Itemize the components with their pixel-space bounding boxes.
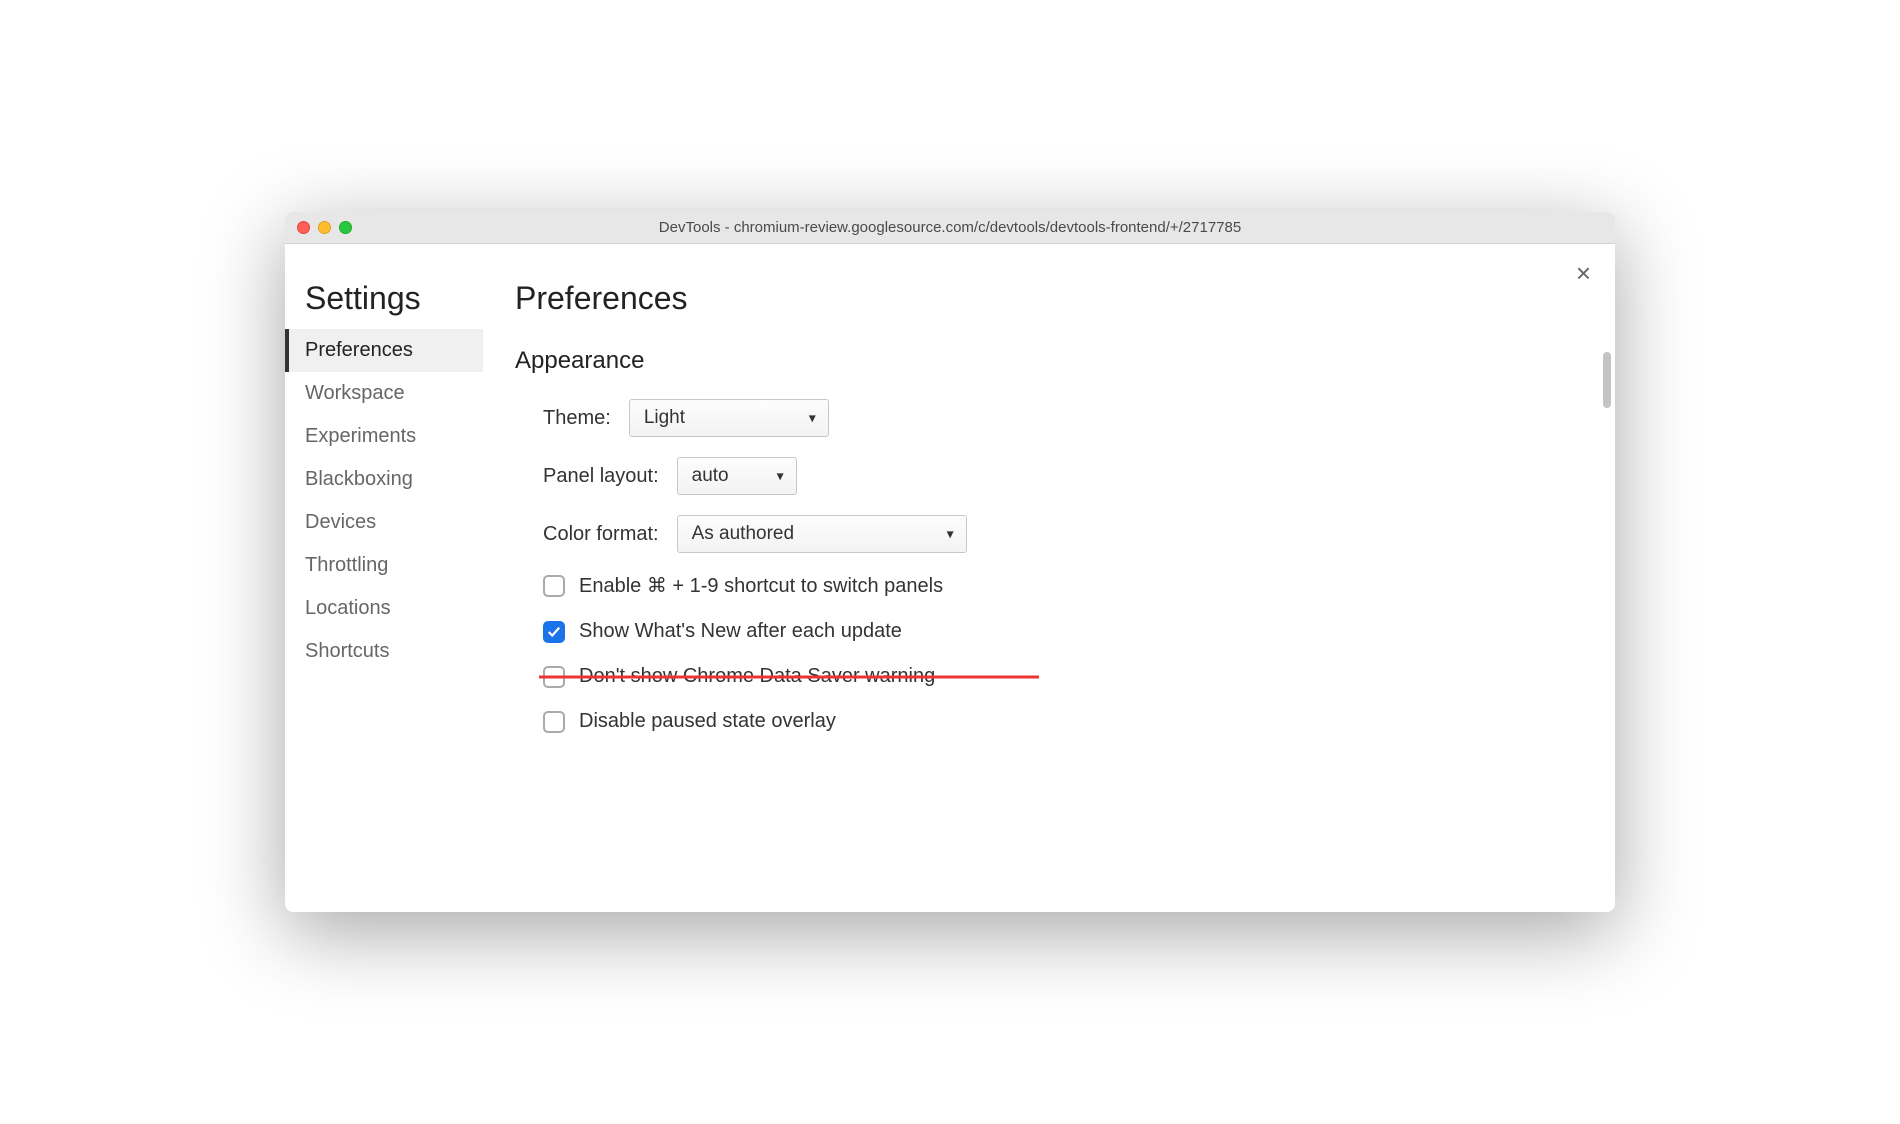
color-format-row: Color format: As authored — [515, 515, 1583, 553]
page-title: Preferences — [515, 280, 1583, 317]
color-format-select-value: As authored — [692, 523, 794, 545]
check-icon — [547, 625, 561, 639]
panel-layout-row: Panel layout: auto — [515, 457, 1583, 495]
checkbox-whatsnew[interactable] — [543, 621, 565, 643]
section-heading-appearance: Appearance — [515, 347, 1583, 375]
window-container: DevTools - chromium-review.googlesource.… — [285, 212, 1615, 912]
sidebar-title: Settings — [285, 280, 483, 329]
sidebar-item-devices[interactable]: Devices — [285, 501, 483, 544]
theme-select-value: Light — [644, 407, 685, 429]
checkbox-paused-overlay[interactable] — [543, 711, 565, 733]
checkbox-row-datasaver[interactable]: Don't show Chrome Data Saver warning — [515, 665, 1583, 688]
panel-layout-select-value: auto — [692, 465, 729, 487]
theme-select[interactable]: Light — [629, 399, 829, 437]
panel-layout-label: Panel layout: — [543, 465, 659, 488]
sidebar-item-blackboxing[interactable]: Blackboxing — [285, 458, 483, 501]
main-panel: Preferences Appearance Theme: Light Pane… — [483, 244, 1615, 912]
sidebar-item-throttling[interactable]: Throttling — [285, 544, 483, 587]
close-window-button[interactable] — [297, 221, 310, 234]
scrollbar-thumb[interactable] — [1603, 352, 1611, 408]
strikethrough-annotation — [539, 675, 1039, 678]
checkbox-shortcut[interactable] — [543, 575, 565, 597]
minimize-window-button[interactable] — [318, 221, 331, 234]
checkbox-row-shortcut[interactable]: Enable ⌘ + 1-9 shortcut to switch panels — [515, 573, 1583, 598]
traffic-lights — [285, 221, 352, 234]
sidebar-item-shortcuts[interactable]: Shortcuts — [285, 630, 483, 673]
sidebar-item-experiments[interactable]: Experiments — [285, 415, 483, 458]
checkbox-row-paused-overlay[interactable]: Disable paused state overlay — [515, 710, 1583, 733]
checkbox-label: Enable ⌘ + 1-9 shortcut to switch panels — [579, 573, 943, 598]
checkbox-label: Show What's New after each update — [579, 620, 902, 643]
titlebar: DevTools - chromium-review.googlesource.… — [285, 212, 1615, 244]
sidebar-item-workspace[interactable]: Workspace — [285, 372, 483, 415]
theme-label: Theme: — [543, 407, 611, 430]
sidebar-item-locations[interactable]: Locations — [285, 587, 483, 630]
content-area: × Settings Preferences Workspace Experim… — [285, 244, 1615, 912]
theme-row: Theme: Light — [515, 399, 1583, 437]
checkbox-label: Disable paused state overlay — [579, 710, 836, 733]
color-format-label: Color format: — [543, 523, 659, 546]
checkbox-row-whatsnew[interactable]: Show What's New after each update — [515, 620, 1583, 643]
window: DevTools - chromium-review.googlesource.… — [285, 212, 1615, 912]
sidebar: Settings Preferences Workspace Experimen… — [285, 244, 483, 912]
maximize-window-button[interactable] — [339, 221, 352, 234]
window-title: DevTools - chromium-review.googlesource.… — [285, 219, 1615, 236]
color-format-select[interactable]: As authored — [677, 515, 967, 553]
panel-layout-select[interactable]: auto — [677, 457, 797, 495]
sidebar-item-preferences[interactable]: Preferences — [285, 329, 483, 372]
